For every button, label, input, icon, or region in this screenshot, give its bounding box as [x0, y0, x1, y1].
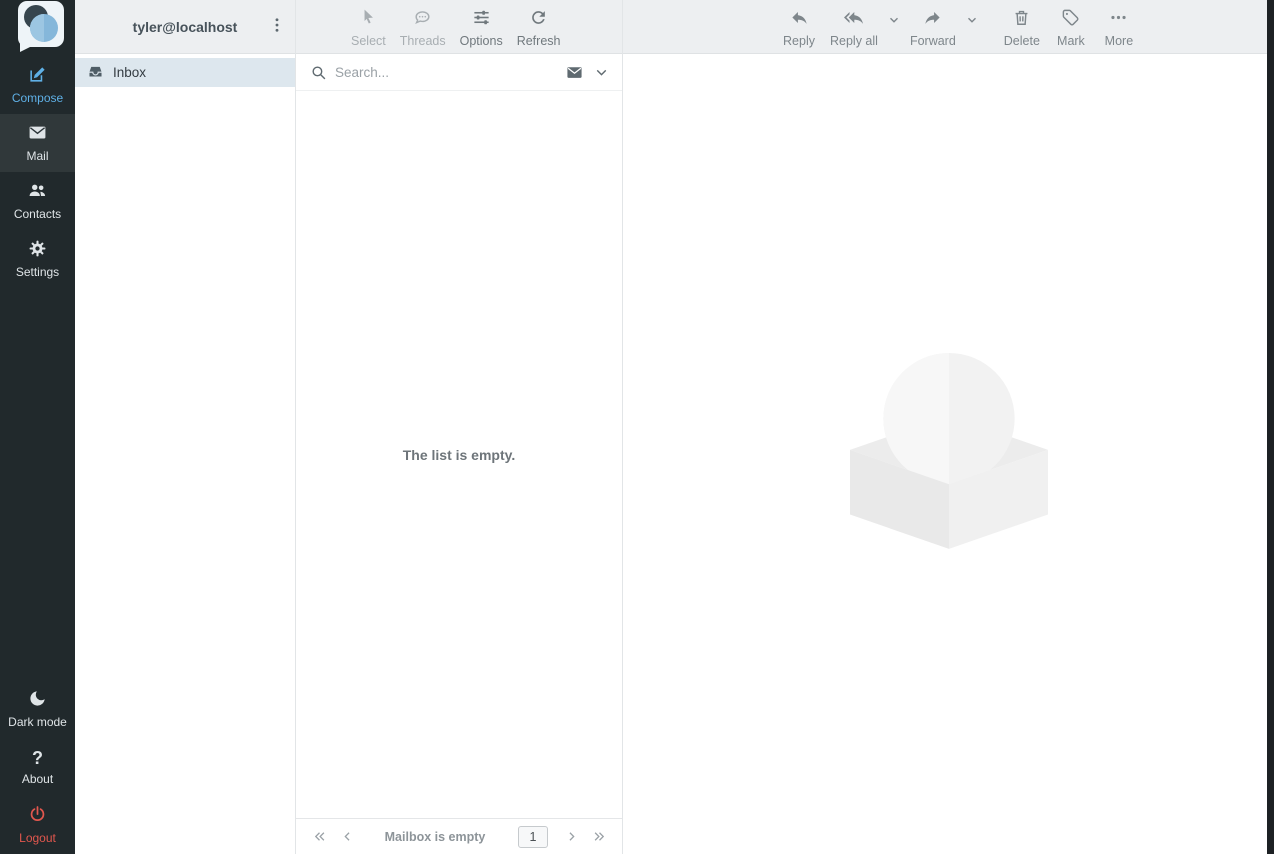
last-page-button[interactable] [586, 824, 612, 850]
scrollbar[interactable] [1267, 0, 1274, 854]
delete-button[interactable]: Delete [997, 0, 1047, 53]
power-icon [28, 805, 47, 827]
trash-icon [1012, 8, 1031, 30]
button-label: More [1105, 34, 1133, 48]
mark-button[interactable]: Mark [1047, 0, 1095, 53]
first-page-button[interactable] [306, 824, 332, 850]
sidebar-item-label: About [22, 772, 53, 786]
page-number-input[interactable] [518, 826, 548, 848]
folder-list: Inbox [75, 54, 295, 87]
message-list-panel: Select Threads [296, 0, 623, 854]
mailbox-status: Mailbox is empty [385, 830, 486, 844]
button-label: Reply all [830, 34, 878, 48]
select-button[interactable]: Select [344, 0, 393, 53]
pointer-icon [359, 8, 378, 30]
reply-icon [790, 8, 809, 30]
reply-all-button[interactable]: Reply all [823, 0, 885, 53]
reply-all-icon [844, 8, 863, 30]
tag-icon [1061, 8, 1080, 30]
empty-list-message: The list is empty. [403, 447, 516, 463]
folder-item-inbox[interactable]: Inbox [75, 58, 295, 87]
button-label: Delete [1004, 34, 1040, 48]
more-button[interactable]: More [1095, 0, 1143, 53]
options-button[interactable]: Options [453, 0, 510, 53]
sidebar-item-settings[interactable]: Settings [0, 230, 75, 288]
list-toolbar: Select Threads [296, 0, 622, 54]
search-input[interactable] [335, 65, 558, 80]
sidebar-item-dark-mode[interactable]: Dark mode [0, 680, 75, 738]
chevron-down-icon [965, 13, 979, 27]
ellipsis-icon [1109, 8, 1128, 30]
sidebar-item-about[interactable]: ? About [0, 738, 75, 796]
folder-label: Inbox [113, 65, 146, 80]
chevron-down-icon [887, 13, 901, 27]
chevron-right-icon [564, 829, 579, 844]
previous-page-button[interactable] [334, 824, 360, 850]
app-logo[interactable] [0, 0, 75, 56]
forward-dropdown-button[interactable] [963, 13, 981, 27]
refresh-button[interactable]: Refresh [510, 0, 568, 53]
search-button[interactable] [308, 62, 329, 83]
button-label: Refresh [517, 34, 561, 48]
button-label: Mark [1057, 34, 1085, 48]
sidebar: Compose Mail Contacts [0, 0, 75, 854]
settings-icon [28, 239, 47, 261]
sidebar-item-contacts[interactable]: Contacts [0, 172, 75, 230]
moon-icon [28, 689, 47, 711]
sidebar-item-label: Dark mode [8, 715, 67, 729]
search-bar [296, 54, 622, 91]
help-icon: ? [32, 749, 43, 768]
button-label: Threads [400, 34, 446, 48]
watermark-logo [850, 353, 1048, 556]
search-scope-button[interactable] [564, 62, 585, 83]
button-label: Forward [910, 34, 956, 48]
message-toolbar: Reply Reply all [623, 0, 1274, 54]
chevron-left-icon [340, 829, 355, 844]
message-view [623, 54, 1274, 854]
folder-actions-button[interactable] [263, 11, 291, 43]
sliders-icon [472, 8, 491, 30]
next-page-button[interactable] [558, 824, 584, 850]
pagination-bar: Mailbox is empty [296, 818, 622, 854]
sidebar-item-compose[interactable]: Compose [0, 56, 75, 114]
sidebar-item-label: Contacts [14, 207, 61, 221]
sidebar-item-label: Compose [12, 91, 63, 105]
sidebar-item-label: Logout [19, 831, 56, 845]
button-label: Select [351, 34, 386, 48]
threads-button[interactable]: Threads [393, 0, 453, 53]
double-chevron-right-icon [592, 829, 607, 844]
sidebar-spacer [0, 288, 75, 680]
message-list: The list is empty. [296, 91, 622, 818]
sidebar-item-logout[interactable]: Logout [0, 796, 75, 854]
sidebar-item-mail[interactable]: Mail [0, 114, 75, 172]
forward-button[interactable]: Forward [903, 0, 963, 53]
forward-icon [923, 8, 942, 30]
inbox-icon [87, 63, 104, 83]
refresh-icon [529, 8, 548, 30]
chat-icon [413, 8, 432, 30]
chevron-down-icon [593, 64, 610, 81]
reply-button[interactable]: Reply [775, 0, 823, 53]
content-pane: Reply Reply all [623, 0, 1274, 854]
roundcube-logo-icon [11, 0, 65, 54]
account-name: tyler@localhost [133, 19, 238, 35]
search-icon [310, 64, 327, 81]
kebab-menu-icon [268, 16, 286, 34]
reply-all-dropdown-button[interactable] [885, 13, 903, 27]
folders-panel: tyler@localhost Inbox [75, 0, 296, 854]
mail-icon [28, 123, 47, 145]
button-label: Options [460, 34, 503, 48]
account-header: tyler@localhost [75, 0, 295, 54]
contacts-icon [28, 181, 47, 203]
webmail-app: Compose Mail Contacts [0, 0, 1274, 854]
double-chevron-left-icon [312, 829, 327, 844]
button-label: Reply [783, 34, 815, 48]
sidebar-item-label: Mail [26, 149, 48, 163]
search-options-button[interactable] [591, 62, 612, 83]
sidebar-item-label: Settings [16, 265, 59, 279]
envelope-icon [566, 64, 583, 81]
compose-icon [28, 65, 47, 87]
